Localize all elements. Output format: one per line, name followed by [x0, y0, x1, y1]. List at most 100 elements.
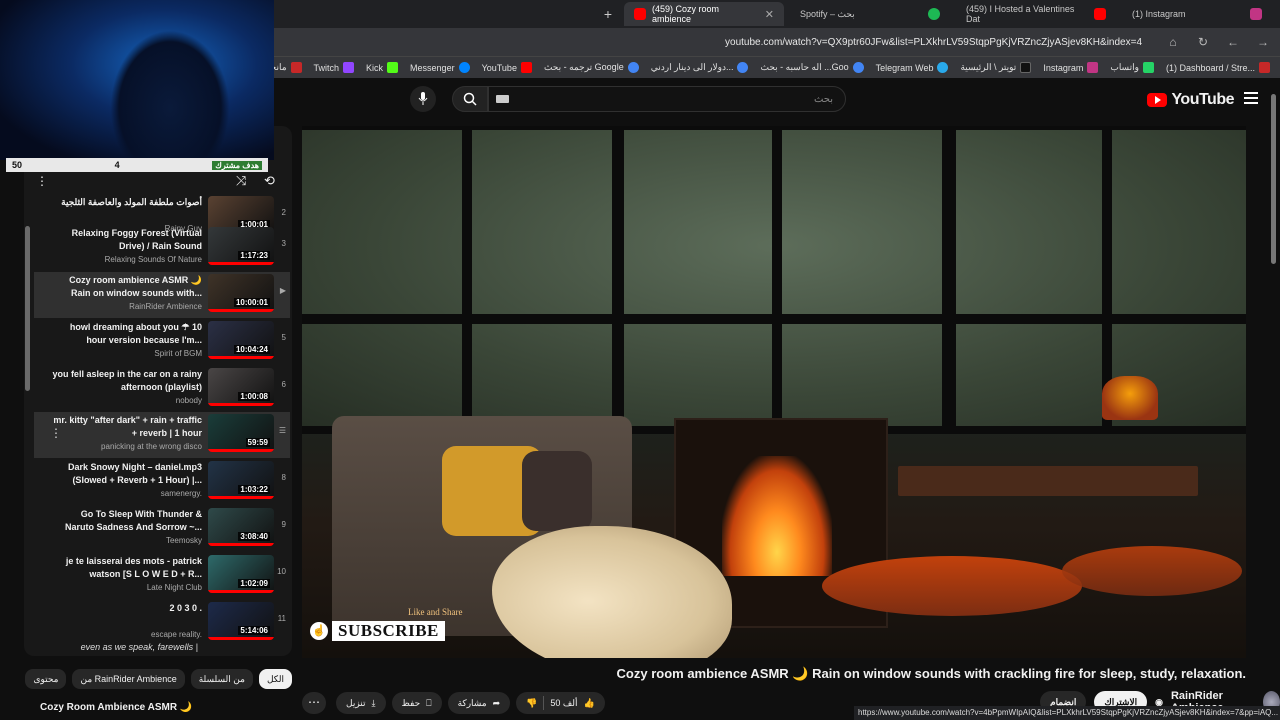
youtube-icon — [634, 8, 646, 20]
video-duration: 59:59 — [245, 438, 270, 447]
playlist-item-channel: panicking at the wrong disco — [101, 442, 202, 451]
save-button[interactable]: حفظ ⎕ — [391, 692, 442, 714]
playlist-item[interactable]: 1:02:09 10 je te laisserai des mots - patr… — [34, 553, 290, 599]
related-chips: محتوى من RainRider Ambience من السلسلة ا… — [24, 668, 292, 690]
playlist-index: 8 — [281, 473, 286, 482]
bookmark-item[interactable]: YouTube — [482, 62, 532, 73]
now-playing-icon: ▶ — [279, 286, 286, 295]
status-bar-url: https://www.youtube.com/watch?v=4bPpmWIp… — [854, 706, 1280, 720]
bookmark-item[interactable]: Telegram Web — [876, 62, 949, 73]
video-actions: تنزيل ⤓ حفظ ⎕ مشاركة ➦ 👎 50 ألف 👍 — [336, 692, 605, 714]
playlist-item[interactable]: 3:08:40 9 Go To Sleep With Thunder & Narut… — [34, 506, 290, 552]
next-video-title[interactable]: Cozy Room Ambience ASMR 🌙 — [40, 702, 192, 713]
bookmark-item[interactable]: دولار الى دينار اردني... — [651, 62, 749, 73]
page-scrollbar[interactable] — [1270, 84, 1278, 704]
playlist-item[interactable]: 1:03:22 8 Dark Snowy Night – daniel.mp3 (S… — [34, 459, 290, 505]
video-duration: 10:00:01 — [233, 298, 270, 307]
playlist-item[interactable]: 1:17:23 3 Relaxing Foggy Forest (Virtual D… — [34, 225, 290, 271]
video-duration: 1:17:23 — [238, 251, 270, 260]
browser-tab-youtube[interactable]: (459) Cozy room ambience ✕ — [624, 2, 784, 26]
bookmark-item[interactable]: اله حاسبه - بحث ...Goo — [760, 62, 864, 73]
more-actions-icon[interactable]: ⋯ — [302, 692, 326, 714]
close-icon[interactable]: ✕ — [765, 8, 774, 21]
bookmark-item[interactable]: (1) Dashboard / Stre... — [1166, 62, 1270, 73]
playlist-item-title[interactable]: 2 0 3 0 . — [52, 602, 202, 615]
like-share-overlay: Like and Share — [408, 607, 463, 617]
browser-tab-youtube-2[interactable]: (459) I Hosted a Valentines Dat — [956, 2, 1116, 26]
download-button[interactable]: تنزيل ⤓ — [336, 692, 386, 714]
chip-from-series[interactable]: من السلسلة — [190, 669, 253, 689]
playlist-item-title[interactable]: you fell asleep in the car on a rainy af… — [52, 368, 202, 394]
search-input[interactable]: بحث — [488, 86, 846, 112]
playlist-item[interactable]: 1:00:08 6 you fell asleep in the car on a … — [34, 366, 290, 412]
playlist-item-title[interactable]: Dark Snowy Night – daniel.mp3 (Slowed + … — [52, 461, 202, 487]
keyboard-icon[interactable] — [496, 95, 509, 103]
more-vert-icon[interactable]: ⋮ — [36, 174, 48, 188]
bookmark-item[interactable]: Twitch — [314, 62, 355, 73]
like-icon[interactable]: 👍 — [583, 698, 594, 709]
hamburger-menu-icon[interactable] — [1244, 92, 1258, 104]
share-button[interactable]: مشاركة ➦ — [447, 692, 511, 714]
subscribe-overlay: ☝ SUBSCRIBE — [310, 620, 445, 642]
playlist-item[interactable]: 5:14:06 11 2 0 3 0 . escape reality. — [34, 600, 290, 646]
bookmark-item[interactable]: Kick — [366, 62, 399, 73]
playlist-item-title[interactable]: mr. kitty "after dark" + rain + traffic … — [52, 414, 202, 440]
bookmark-item[interactable]: مانجا العاشق — [270, 62, 302, 73]
playlist-item[interactable]: 10:04:24 5 howl dreaming about you ☂ 10 ho… — [34, 319, 290, 365]
youtube-logo[interactable]: YouTube — [1147, 91, 1234, 109]
playlist-item[interactable]: 10:00:01 Cozy room ambience ASMR 🌙 Rain o… — [34, 272, 290, 318]
tab-label: Spotify – بحث — [800, 8, 855, 19]
tab-label: (459) Cozy room ambience — [652, 4, 720, 24]
playlist-index: 3 — [281, 239, 286, 248]
bookmark-item[interactable]: تويتر \ الرئيسية — [960, 62, 1032, 73]
bookmark-item[interactable]: ترجمه - بحث Google — [544, 62, 639, 73]
playlist-item-title[interactable]: Go To Sleep With Thunder & Naruto Sadnes… — [52, 508, 202, 534]
video-duration: 1:03:22 — [238, 485, 270, 494]
bookmarks-bar: مانجا العاشق Twitch Kick Messenger YouTu… — [270, 56, 1280, 78]
share-icon: ➦ — [492, 697, 501, 708]
bookmark-item[interactable]: Instagram — [1043, 62, 1099, 73]
download-icon: ⤓ — [371, 697, 376, 708]
playlist-item[interactable]: 59:59 mr. kitty "after dark" + rain + tra… — [34, 412, 290, 458]
playlist-item-title[interactable]: howl dreaming about you ☂ 10 hour versio… — [52, 321, 202, 347]
like-dislike-group: 👎 50 ألف 👍 — [516, 692, 605, 714]
bookmark-item[interactable]: واتساب — [1110, 62, 1154, 73]
more-vert-icon[interactable]: ⋮ — [50, 426, 62, 440]
dislike-icon[interactable]: 👎 — [526, 698, 537, 709]
like-count: 50 ألف — [550, 697, 578, 708]
mic-icon[interactable] — [410, 86, 436, 112]
video-duration: 5:14:06 — [238, 626, 270, 635]
playlist-index: 6 — [281, 380, 286, 389]
repeat-icon[interactable]: ⟲ — [264, 173, 275, 189]
reload-icon[interactable]: ↻ — [1194, 33, 1212, 51]
chip-more[interactable]: محتوى — [25, 669, 67, 689]
playlist-item-title[interactable]: أصوات ملطفة المولد والعاصفة الثلجية — [52, 196, 202, 209]
video-duration: 10:04:24 — [233, 345, 270, 354]
forward-icon[interactable]: → — [1254, 33, 1272, 51]
bookmark-item[interactable]: Messenger — [410, 62, 470, 73]
playlist-scrollbar[interactable] — [24, 196, 30, 654]
playlist-item-title[interactable]: Cozy room ambience ASMR 🌙 Rain on window… — [52, 274, 202, 300]
youtube-icon — [1094, 8, 1106, 20]
browser-tab-instagram[interactable]: (1) Instagram — [1122, 2, 1272, 26]
playlist-index: 11 — [277, 614, 286, 623]
shuffle-icon[interactable]: ⤨ — [236, 173, 246, 189]
youtube-play-icon — [1147, 93, 1168, 107]
playlist-item-channel: nobody — [175, 396, 202, 405]
playlist-item-title[interactable]: Relaxing Foggy Forest (Virtual Drive) / … — [52, 227, 202, 253]
playlist-item-channel: escape reality. — [151, 630, 202, 639]
playlist-item-title[interactable]: je te laisserai des mots - patrick watso… — [52, 555, 202, 581]
hand-pointer-icon: ☝ — [310, 622, 328, 640]
back-icon[interactable]: ← — [1224, 33, 1242, 51]
chip-from-channel[interactable]: من RainRider Ambience — [72, 669, 185, 689]
playlist-index: 5 — [281, 333, 286, 342]
search-icon[interactable] — [452, 86, 488, 112]
playlist-item-channel: Spirit of BGM — [154, 349, 202, 358]
browser-tab-spotify[interactable]: Spotify – بحث — [790, 2, 950, 26]
home-icon[interactable]: ⌂ — [1164, 33, 1182, 51]
drag-handle-icon[interactable]: ☰ — [279, 426, 286, 435]
chip-all[interactable]: الكل — [258, 669, 292, 689]
new-tab-button[interactable]: + — [598, 6, 618, 22]
video-player[interactable] — [302, 126, 1246, 658]
url-field[interactable]: youtube.com/watch?v=QX9ptr60JFw&list=PLX… — [725, 37, 1142, 48]
